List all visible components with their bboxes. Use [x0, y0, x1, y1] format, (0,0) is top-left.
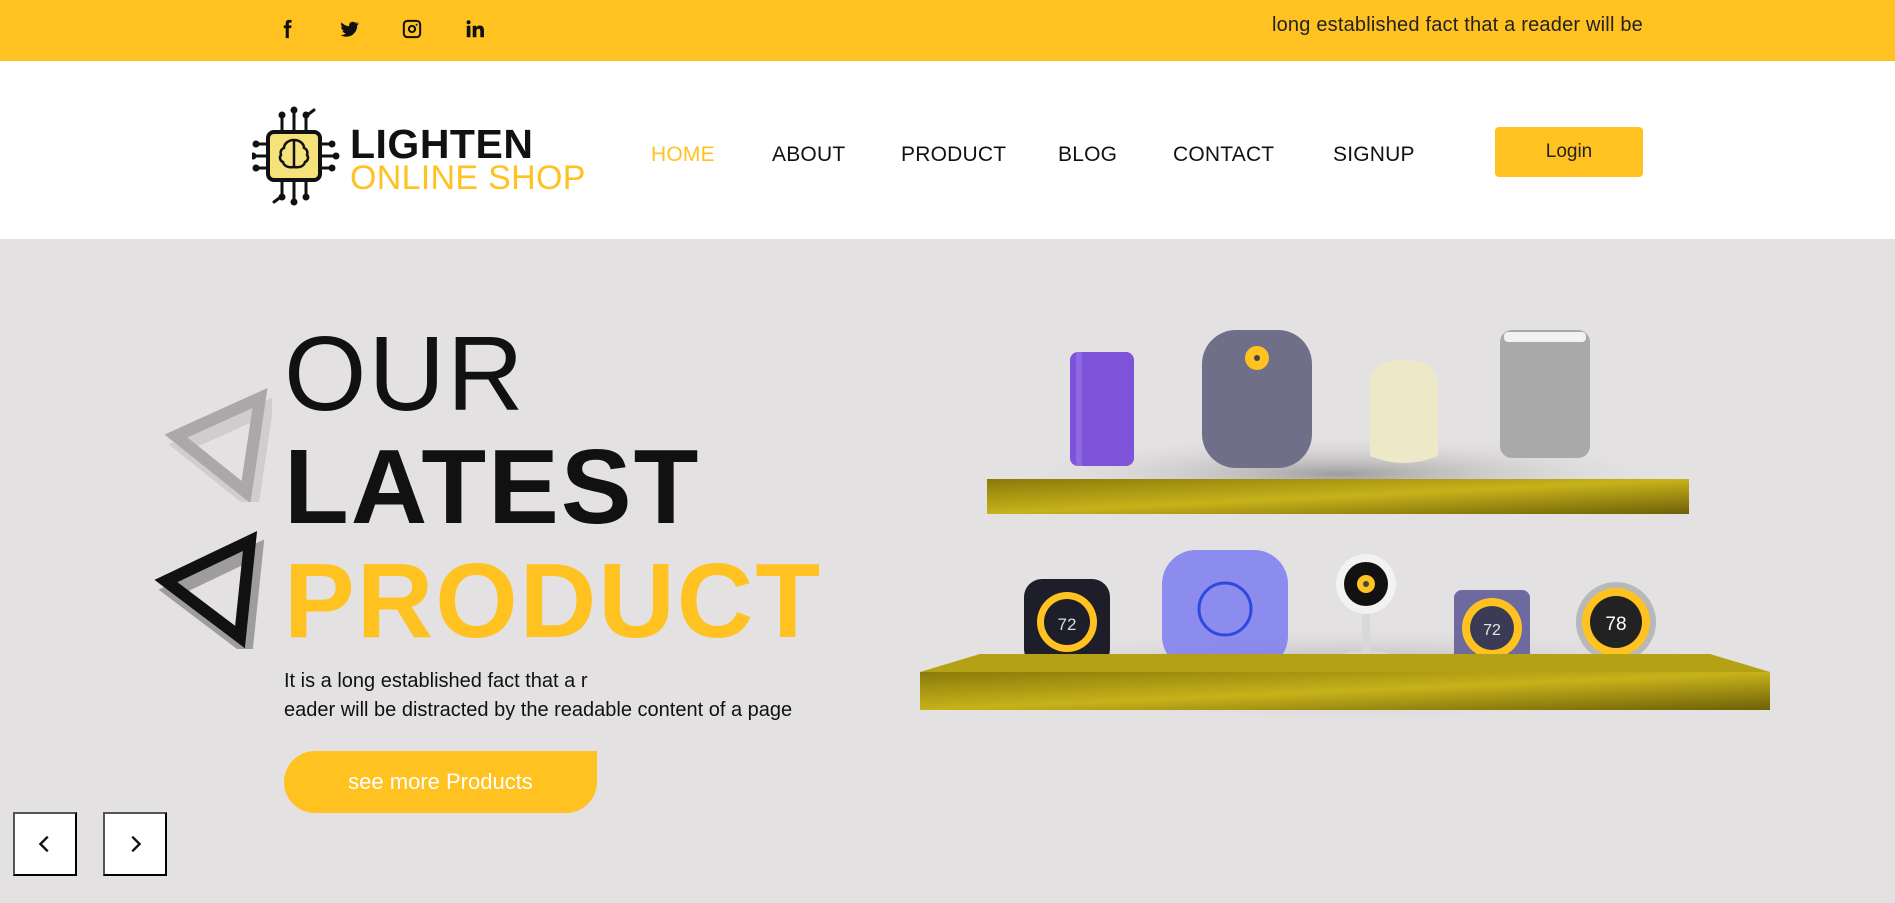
slider-next-button[interactable]: [103, 812, 167, 876]
hero-section: OUR LATEST PRODUCT It is a long establis…: [0, 239, 1895, 903]
nav-home[interactable]: HOME: [651, 143, 715, 167]
smart-devices-shelf-image: 72 72 78: [920, 330, 1770, 724]
hero-description-line-2: eader will be distracted by the readable…: [284, 699, 793, 721]
slider-prev-button[interactable]: [13, 812, 77, 876]
top-bar: long established fact that a reader will…: [0, 0, 1895, 61]
thermostat-a-reading: 72: [1058, 615, 1077, 634]
chevron-right-icon: [131, 835, 142, 853]
login-button[interactable]: Login: [1495, 127, 1643, 177]
thermostat-b-reading: 72: [1483, 622, 1501, 639]
hero-description: It is a long established fact that a r e…: [284, 667, 884, 725]
triangle-outline-black-icon: [154, 530, 265, 649]
triangle-outline-gray-icon: [164, 387, 272, 502]
linkedin-icon[interactable]: [460, 14, 490, 44]
facebook-icon[interactable]: [272, 14, 302, 44]
hero-title-product: PRODUCT: [284, 542, 823, 660]
nav-product[interactable]: PRODUCT: [901, 143, 1006, 167]
site-header: LIGHTEN ONLINE SHOP HOME ABOUT PRODUCT B…: [0, 61, 1895, 239]
hero-title-our: OUR: [284, 315, 526, 433]
twitter-icon[interactable]: [334, 14, 364, 44]
nav-signup[interactable]: SIGNUP: [1333, 143, 1415, 167]
topbar-tagline: long established fact that a reader will…: [1271, 14, 1643, 36]
hero-title-latest: LATEST: [284, 428, 701, 546]
see-more-products-button[interactable]: see more Products: [284, 751, 597, 813]
nav-contact[interactable]: CONTACT: [1173, 143, 1274, 167]
nav-blog[interactable]: BLOG: [1058, 143, 1117, 167]
chevron-left-icon: [38, 835, 49, 853]
logo-subtitle: ONLINE SHOP: [350, 159, 586, 197]
thermostat-c-reading: 78: [1605, 614, 1626, 635]
instagram-icon[interactable]: [397, 14, 427, 44]
nav-about[interactable]: ABOUT: [772, 143, 845, 167]
hero-description-line-1: It is a long established fact that a r: [284, 670, 588, 692]
